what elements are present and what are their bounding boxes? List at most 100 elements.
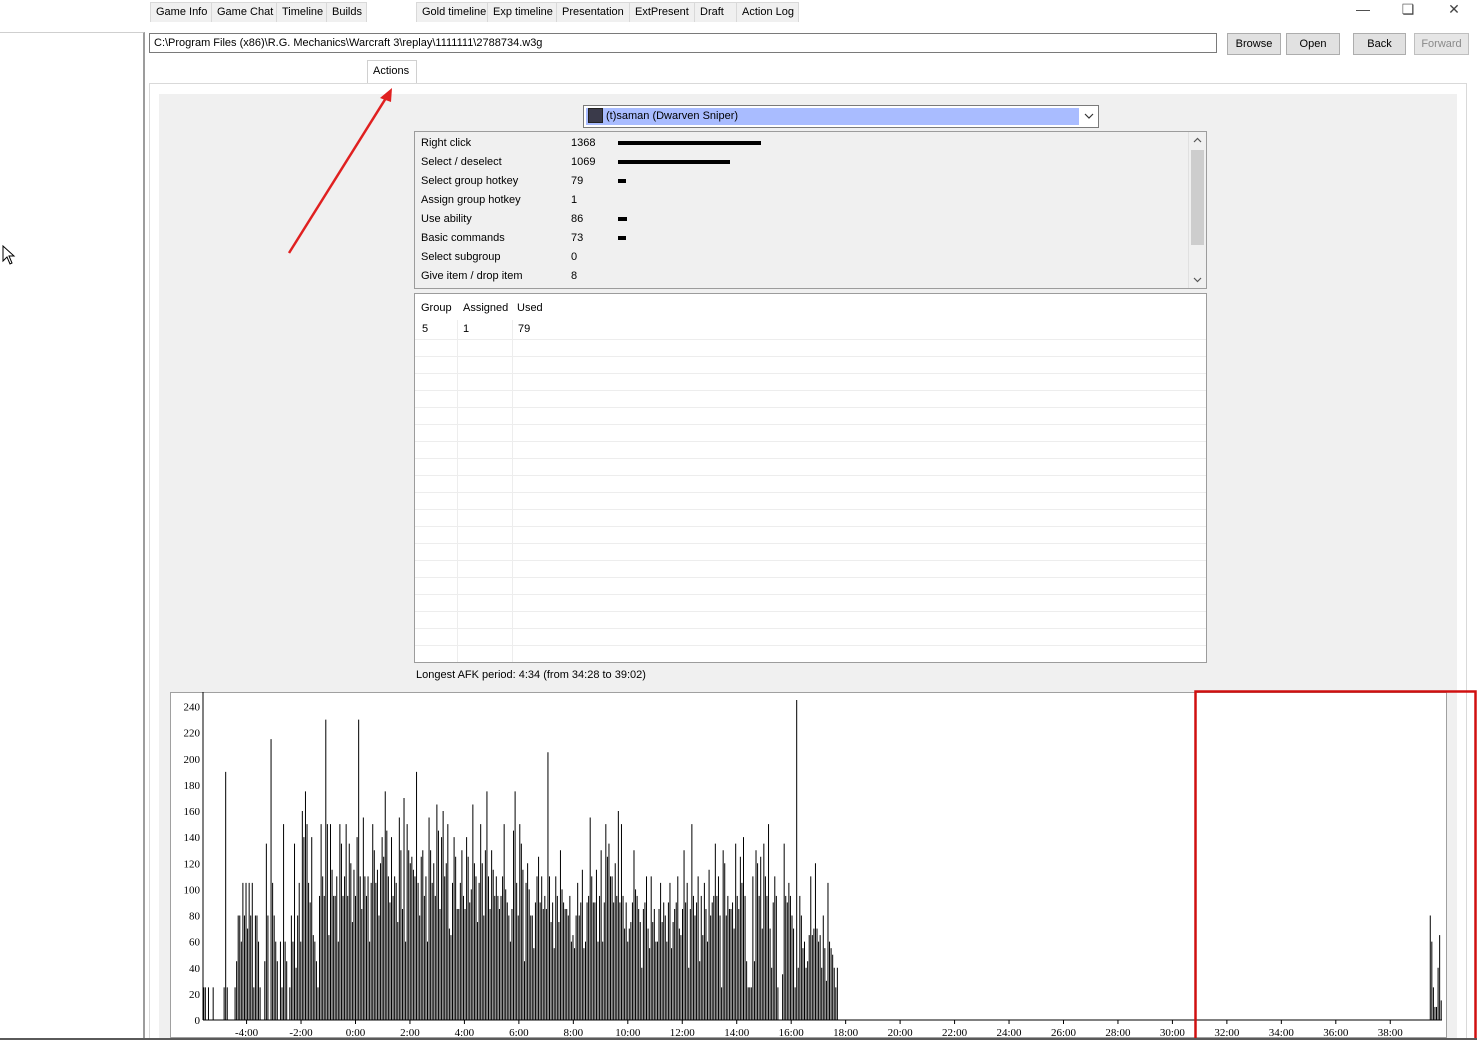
row-divider [415, 594, 1206, 595]
action-name: Right click [421, 137, 472, 149]
action-count: 1368 [571, 137, 596, 149]
tab-actions[interactable]: Actions [367, 60, 417, 83]
chevron-down-icon[interactable] [1084, 111, 1094, 121]
tab-exp-timeline[interactable]: Exp timeline [487, 2, 557, 22]
row-divider [415, 611, 1206, 612]
action-row: Select group hotkey 79 [421, 171, 1181, 190]
x-tick-label: 22:00 [942, 1027, 968, 1038]
column-header-used[interactable]: Used [517, 302, 543, 314]
back-button[interactable]: Back [1353, 33, 1406, 55]
x-tick-label: 10:00 [615, 1027, 641, 1038]
row-divider [415, 390, 1206, 391]
action-row: Select / deselect 1069 [421, 152, 1181, 171]
row-divider [415, 662, 1206, 663]
row-divider [415, 526, 1206, 527]
hero-portrait-icon [588, 108, 603, 123]
restore-icon[interactable]: ❏ [1385, 0, 1431, 20]
tab-action-log[interactable]: Action Log [736, 2, 799, 22]
y-tick-label: 60 [189, 937, 201, 949]
row-divider [415, 339, 1206, 340]
bottom-border [0, 1038, 1477, 1046]
y-tick-label: 40 [189, 963, 201, 975]
y-tick-label: 240 [184, 702, 201, 714]
row-divider [415, 560, 1206, 561]
action-row: Select subgroup 0 [421, 247, 1181, 266]
tab-draft[interactable]: Draft [694, 2, 737, 22]
x-tick-label: 8:00 [564, 1027, 584, 1038]
y-tick-label: 80 [189, 911, 201, 923]
action-bar [618, 179, 626, 183]
tab-game-info[interactable]: Game Info [150, 2, 212, 22]
tab-gold-timeline[interactable]: Gold timeline [416, 2, 488, 22]
tab-extpresent[interactable]: ExtPresent [629, 2, 695, 22]
actions-list[interactable]: Right click 1368 Select / deselect 1069 … [414, 131, 1207, 289]
y-tick-label: 220 [184, 728, 201, 740]
action-name: Select group hotkey [421, 175, 519, 187]
action-count: 8 [571, 270, 578, 282]
row-divider [415, 645, 1206, 646]
row-divider [415, 407, 1206, 408]
scroll-up-icon[interactable] [1192, 135, 1203, 146]
action-name: Give item / drop item [421, 270, 523, 282]
x-tick-label: 16:00 [779, 1027, 805, 1038]
action-row: Right click 1368 [421, 133, 1181, 152]
y-tick-label: 200 [184, 754, 201, 766]
scroll-down-icon[interactable] [1192, 274, 1203, 285]
x-tick-label: -2:00 [289, 1027, 313, 1038]
x-tick-label: 6:00 [509, 1027, 529, 1038]
x-tick-label: 20:00 [888, 1027, 914, 1038]
x-tick-label: 12:00 [670, 1027, 696, 1038]
tab-timeline[interactable]: Timeline [276, 2, 327, 22]
action-bar [618, 217, 627, 221]
row-divider [415, 373, 1206, 374]
player-selected-value: (t)saman (Dwarven Sniper) [606, 110, 739, 122]
group-cell: 5 [422, 323, 429, 335]
actions-per-minute-chart: 0 20 40 60 80 100 120 140 160 180 200 220 240 -4:00 -2… [184, 692, 1442, 1038]
x-tick-label: 14:00 [724, 1027, 750, 1038]
column-header-group[interactable]: Group [421, 302, 452, 314]
mouse-cursor-icon [2, 245, 16, 265]
row-divider [415, 543, 1206, 544]
row-divider [415, 492, 1206, 493]
open-button[interactable]: Open [1286, 33, 1340, 55]
tab-builds[interactable]: Builds [326, 2, 367, 22]
close-icon[interactable]: ✕ [1431, 0, 1477, 20]
assigned-cell: 1 [463, 323, 470, 335]
tab-presentation[interactable]: Presentation [556, 2, 630, 22]
browse-button[interactable]: Browse [1227, 33, 1281, 55]
action-count: 0 [571, 251, 578, 263]
action-count: 1 [571, 194, 578, 206]
action-count: 73 [571, 232, 584, 244]
y-tick-label: 140 [184, 832, 201, 844]
left-panel [0, 32, 145, 1039]
x-tick-label: 2:00 [400, 1027, 420, 1038]
action-bar [618, 236, 626, 240]
x-tick-label: 0:00 [346, 1027, 366, 1038]
x-tick-label: 36:00 [1323, 1027, 1349, 1038]
action-name: Select / deselect [421, 156, 502, 168]
column-header-assigned[interactable]: Assigned [463, 302, 508, 314]
y-tick-label: 20 [189, 989, 201, 1001]
action-row: Assign group hotkey 1 [421, 190, 1181, 209]
minimize-icon[interactable]: — [1340, 0, 1386, 20]
y-tick-label: 0 [195, 1015, 201, 1027]
x-tick-label: 4:00 [455, 1027, 475, 1038]
x-tick-label: 32:00 [1214, 1027, 1240, 1038]
replay-path-field[interactable]: C:\Program Files (x86)\R.G. Mechanics\Wa… [149, 33, 1217, 53]
action-name: Use ability [421, 213, 472, 225]
row-divider [415, 424, 1206, 425]
x-tick-label: 34:00 [1269, 1027, 1295, 1038]
x-tick-label: 30:00 [1160, 1027, 1186, 1038]
player-dropdown[interactable]: (t)saman (Dwarven Sniper) [583, 105, 1099, 128]
tab-game-chat[interactable]: Game Chat [211, 2, 277, 22]
action-row: Basic commands 73 [421, 228, 1181, 247]
longest-afk-label: Longest AFK period: 4:34 (from 34:28 to … [416, 669, 646, 681]
hotkey-groups-table[interactable]: Group Assigned Used 5 1 79 [414, 293, 1207, 663]
action-name: Assign group hotkey [421, 194, 521, 206]
row-divider [415, 509, 1206, 510]
actions-scrollbar[interactable] [1188, 132, 1206, 288]
row-divider [415, 356, 1206, 357]
scrollbar-thumb[interactable] [1191, 150, 1204, 245]
action-bar [618, 160, 730, 164]
x-tick-label: 18:00 [833, 1027, 859, 1038]
